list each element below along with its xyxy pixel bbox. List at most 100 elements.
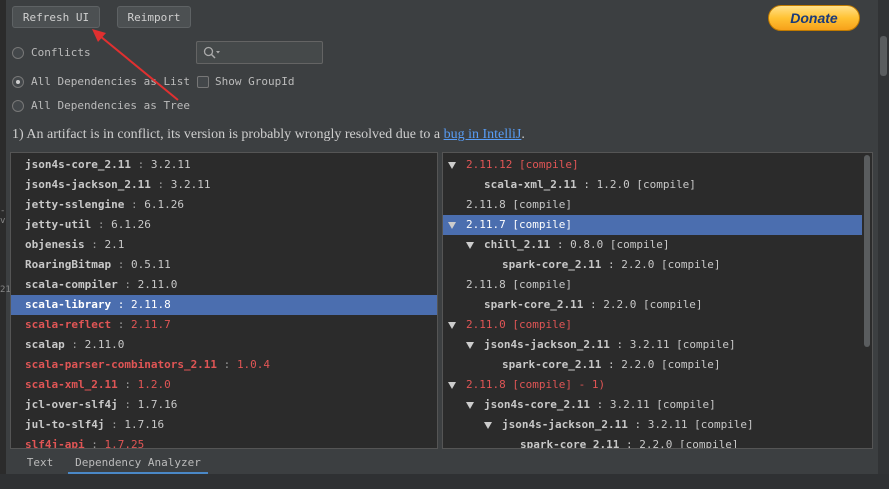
tree-node-name: spark-core_2.11 bbox=[484, 298, 584, 311]
show-groupid-checkbox[interactable] bbox=[197, 76, 209, 88]
expand-triangle-icon[interactable] bbox=[466, 401, 474, 409]
separator: : bbox=[150, 178, 171, 191]
dependency-tree[interactable]: spark-core_2.11 : 2.2.0 [compile] json4s-… bbox=[442, 152, 873, 449]
dependency-version: 1.7.25 bbox=[104, 438, 145, 449]
tree-node[interactable]: spark-core_2.11 : 2.2.0 [compile] bbox=[443, 435, 862, 448]
tree-node-version: 3.2.11 [compile] bbox=[609, 398, 716, 411]
separator: : bbox=[217, 358, 237, 371]
all-list-label: All Dependencies as List bbox=[31, 75, 190, 88]
show-groupid-label: Show GroupId bbox=[215, 75, 295, 88]
list-item[interactable]: scala-compiler : 2.11.0 bbox=[11, 275, 437, 295]
tab-text[interactable]: Text bbox=[12, 452, 68, 474]
tree-node[interactable]: json4s-jackson_2.11 : 3.2.11 [compile] bbox=[443, 415, 862, 435]
expand-triangle-icon[interactable] bbox=[448, 381, 456, 389]
list-item[interactable]: jetty-util : 6.1.26 bbox=[11, 215, 437, 235]
gutter-mark: - v bbox=[0, 206, 6, 226]
dependency-name: RoaringBitmap bbox=[25, 258, 112, 271]
tree-node-name: spark-core_2.11 bbox=[502, 258, 602, 271]
separator: : bbox=[627, 418, 648, 431]
expand-triangle-icon[interactable] bbox=[484, 421, 492, 429]
tree-node-version: 0.8.0 [compile] bbox=[570, 238, 670, 251]
scrollbar-thumb[interactable] bbox=[864, 155, 870, 347]
tree-node-version: 2.11.0 [compile] bbox=[466, 318, 572, 331]
dependency-version: 3.2.11 bbox=[150, 158, 191, 171]
tree-node[interactable]: 2.11.8 [compile] - 1) bbox=[443, 375, 862, 395]
reimport-button[interactable]: Reimport bbox=[117, 6, 191, 28]
dependency-version: 0.5.11 bbox=[130, 258, 171, 271]
tree-node[interactable]: spark-core_2.11 : 2.2.0 [compile] bbox=[443, 255, 862, 275]
tree-node-name: json4s-core_2.11 bbox=[484, 398, 590, 411]
separator: : bbox=[117, 398, 138, 411]
tree-node[interactable]: spark-core_2.11 : 2.2.0 [compile] bbox=[443, 295, 862, 315]
tree-node[interactable]: 2.11.12 [compile] bbox=[443, 155, 862, 175]
separator: : bbox=[583, 298, 604, 311]
tree-node-version: 2.11.8 [compile] bbox=[466, 278, 572, 291]
list-item[interactable]: scala-parser-combinators_2.11 : 1.0.4 bbox=[11, 355, 437, 375]
tree-node[interactable]: 2.11.0 [compile] bbox=[443, 315, 862, 335]
tree-node[interactable]: spark-core_2.11 : 2.2.0 [compile] bbox=[443, 355, 862, 375]
dependency-version: 2.11.0 bbox=[137, 278, 178, 291]
list-item[interactable]: objenesis : 2.1 bbox=[11, 235, 437, 255]
gutter-mark: 21 bbox=[0, 285, 11, 295]
tree-node[interactable]: 2.11.8 [compile] bbox=[443, 275, 862, 295]
expand-triangle-icon[interactable] bbox=[448, 321, 456, 329]
all-tree-label: All Dependencies as Tree bbox=[31, 99, 190, 112]
tree-node[interactable]: 2.11.8 [compile] bbox=[443, 195, 862, 215]
dependency-version: 1.7.16 bbox=[124, 418, 165, 431]
tab-dependency-analyzer[interactable]: Dependency Analyzer bbox=[68, 452, 208, 474]
separator: : bbox=[111, 258, 131, 271]
dependency-name: jcl-over-slf4j bbox=[25, 398, 118, 411]
list-item[interactable]: slf4j-api : 1.7.25 bbox=[11, 435, 437, 449]
tree-node[interactable]: scala-xml_2.11 : 1.2.0 [compile] bbox=[443, 175, 862, 195]
tree-node-name: json4s-jackson_2.11 bbox=[502, 418, 628, 431]
window-scrollbar[interactable] bbox=[878, 0, 889, 489]
dependency-name: scala-reflect bbox=[25, 318, 112, 331]
all-tree-radio[interactable] bbox=[12, 100, 24, 112]
list-item[interactable]: scala-reflect : 2.11.7 bbox=[11, 315, 437, 335]
dependency-version: 1.7.16 bbox=[137, 398, 178, 411]
tree-node-version: 2.11.12 [compile] bbox=[466, 158, 579, 171]
left-gutter: - v 21 bbox=[0, 0, 11, 489]
intellij-bug-link[interactable]: bug in IntelliJ bbox=[444, 127, 522, 142]
search-input[interactable] bbox=[196, 41, 323, 64]
tree-node[interactable]: json4s-jackson_2.11 : 3.2.11 [compile] bbox=[443, 335, 862, 355]
tree-node-version: 3.2.11 [compile] bbox=[629, 338, 736, 351]
dependency-version: 6.1.26 bbox=[111, 218, 151, 231]
tree-node[interactable]: 2.11.7 [compile] bbox=[443, 215, 862, 235]
dependency-version: 2.1 bbox=[104, 238, 125, 251]
list-item[interactable]: scala-xml_2.11 : 1.2.0 bbox=[11, 375, 437, 395]
separator: : bbox=[111, 298, 131, 311]
conflicts-radio[interactable] bbox=[12, 47, 24, 59]
expand-triangle-icon[interactable] bbox=[466, 341, 474, 349]
tree-node[interactable]: json4s-core_2.11 : 3.2.11 [compile] bbox=[443, 395, 862, 415]
expand-triangle-icon[interactable] bbox=[466, 241, 474, 249]
dependency-version: 2.11.8 bbox=[130, 298, 171, 311]
list-item[interactable]: jetty-sslengine : 6.1.26 bbox=[11, 195, 437, 215]
conflicts-label: Conflicts bbox=[31, 46, 91, 59]
list-item[interactable]: json4s-jackson_2.11 : 3.2.11 bbox=[11, 175, 437, 195]
conflict-notice: 1) An artifact is in conflict, its versi… bbox=[12, 127, 525, 143]
dependency-list[interactable]: json4s-core_2.11 : 3.2.11 json4s-jackson_… bbox=[10, 152, 438, 449]
dependency-name: jetty-util bbox=[25, 218, 92, 231]
expand-triangle-icon[interactable] bbox=[448, 161, 456, 169]
refresh-ui-button[interactable]: Refresh UI bbox=[12, 6, 100, 28]
dependency-name: scala-library bbox=[25, 298, 112, 311]
tree-node[interactable]: chill_2.11 : 0.8.0 [compile] bbox=[443, 235, 862, 255]
list-item[interactable]: RoaringBitmap : 0.5.11 bbox=[11, 255, 437, 275]
tree-scrollbar[interactable] bbox=[862, 153, 872, 448]
tree-node-version: 2.2.0 [compile] bbox=[621, 358, 721, 371]
dependency-version: 3.2.11 bbox=[170, 178, 211, 191]
list-item[interactable]: json4s-core_2.11 : 3.2.11 bbox=[11, 155, 437, 175]
donate-button[interactable]: Donate bbox=[768, 5, 860, 31]
scrollbar-thumb[interactable] bbox=[880, 36, 887, 76]
search-icon bbox=[203, 46, 220, 59]
dependency-name: slf4j-api bbox=[25, 438, 85, 449]
list-item[interactable]: scala-library : 2.11.8 bbox=[11, 295, 437, 315]
list-item[interactable]: jcl-over-slf4j : 1.7.16 bbox=[11, 395, 437, 415]
expand-triangle-icon[interactable] bbox=[448, 221, 456, 229]
separator: : bbox=[64, 338, 85, 351]
list-item[interactable]: jul-to-slf4j : 1.7.16 bbox=[11, 415, 437, 435]
separator: : bbox=[609, 338, 630, 351]
all-list-radio[interactable] bbox=[12, 76, 24, 88]
list-item[interactable]: scalap : 2.11.0 bbox=[11, 335, 437, 355]
